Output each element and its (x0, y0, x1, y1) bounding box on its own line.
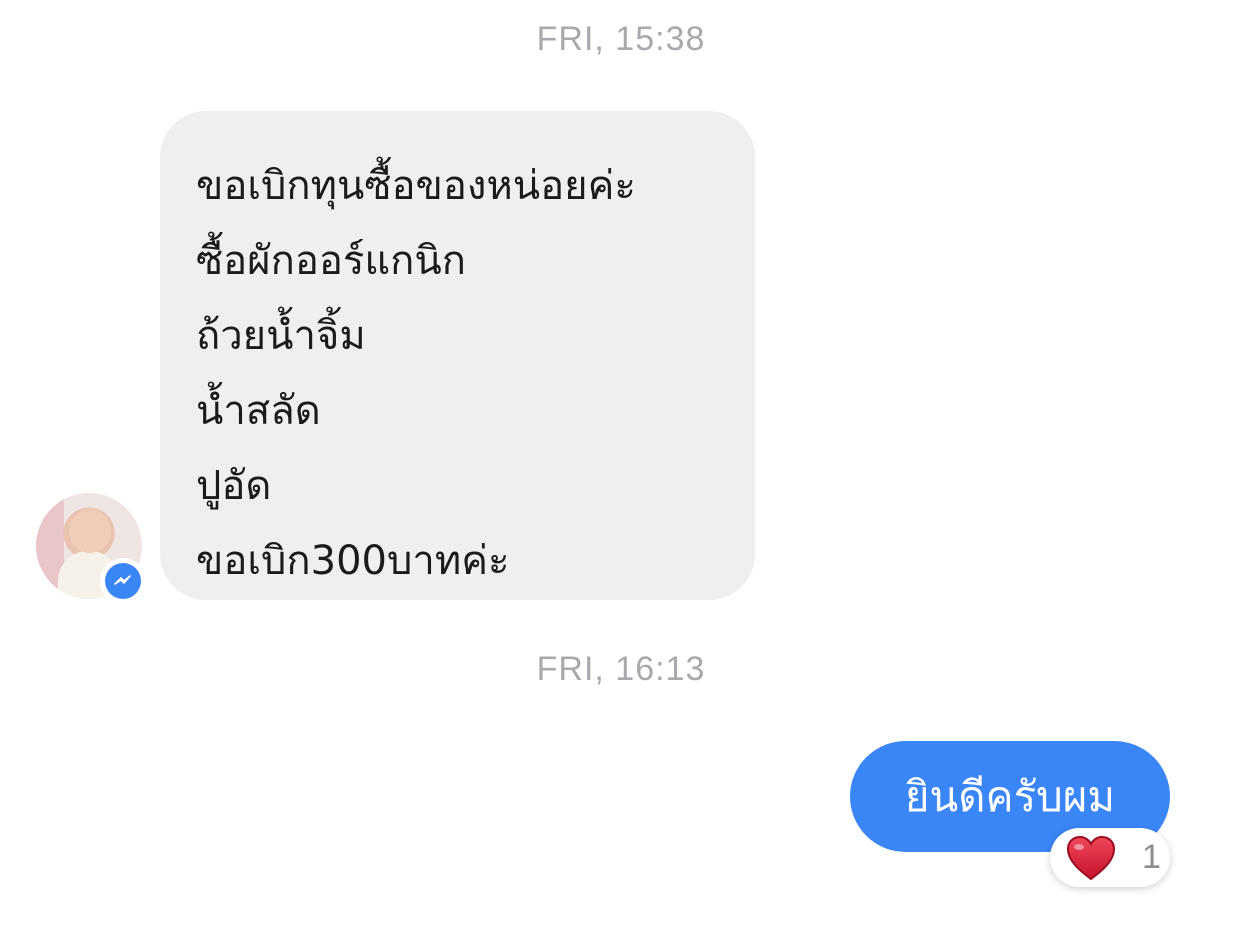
avatar-face (69, 509, 111, 553)
incoming-message-line: ถ้วยน้ำจิ้ม (196, 313, 366, 359)
messenger-badge (100, 558, 146, 604)
incoming-message-bubble[interactable]: ขอเบิกทุนซื้อของหน่อยค่ะ ซื้อผักออร์แกนิ… (160, 111, 755, 600)
timestamp-first: FRI, 15:38 (536, 20, 706, 58)
incoming-message-line: ขอเบิก300บาทค่ะ (196, 538, 510, 584)
incoming-message-line: ปูอัด (196, 463, 272, 509)
incoming-message-line: ซื้อผักออร์แกนิก (196, 238, 466, 284)
incoming-message-line: น้ำสลัด (196, 388, 321, 434)
reaction-count: 1 (1142, 838, 1161, 876)
reaction-pill[interactable]: 1 (1050, 828, 1170, 887)
incoming-message-line: ขอเบิกทุนซื้อของหน่อยค่ะ (196, 163, 636, 209)
timestamp-second: FRI, 16:13 (536, 650, 706, 688)
messenger-icon (105, 563, 141, 599)
heart-icon (1066, 835, 1116, 880)
